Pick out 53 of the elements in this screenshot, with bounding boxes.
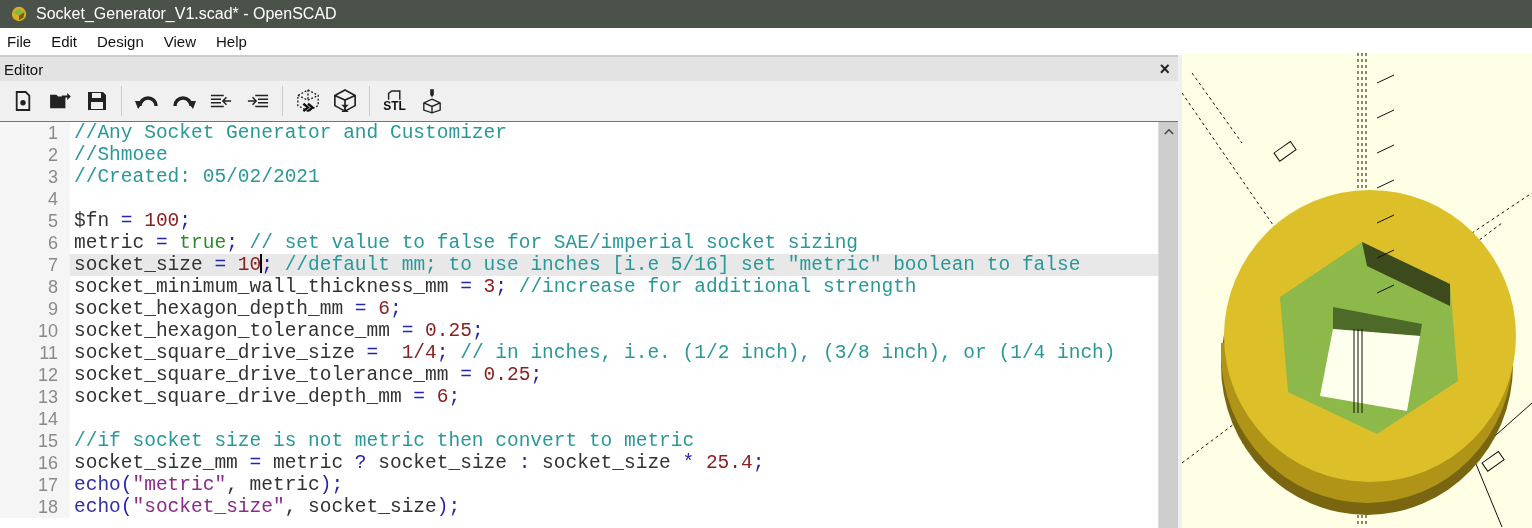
line-number: 1 — [0, 122, 70, 144]
line-number: 15 — [0, 430, 70, 452]
code-line: //if socket size is not metric then convert to metric — [73, 430, 696, 452]
menu-item[interactable]: Edit — [51, 33, 78, 50]
unindent-icon — [209, 93, 232, 109]
line-number: 3 — [0, 166, 70, 188]
scroll-up-icon[interactable] — [1163, 128, 1174, 135]
line-number: 2 — [0, 144, 70, 166]
line-number: 12 — [0, 364, 70, 386]
code-line: socket_minimum_wall_thickness_mm = 3; //increase for additional strength — [73, 276, 918, 298]
line-number: 7 — [0, 254, 70, 276]
menu-item[interactable]: View — [163, 33, 196, 50]
code-line: metric = true; // set value to false for SAE/imperial socket sizing — [73, 232, 860, 254]
line-number: 18 — [0, 496, 70, 518]
line-number: 16 — [0, 452, 70, 474]
close-button[interactable]: × — [1159, 58, 1170, 80]
export-stl-button[interactable]: STL — [378, 84, 411, 118]
menu-item[interactable]: Help — [216, 33, 247, 50]
code-line: //Any Socket Generator and Customizer — [73, 122, 508, 144]
line-number: 6 — [0, 232, 70, 254]
indent-icon — [246, 93, 269, 109]
line-number: 17 — [0, 474, 70, 496]
menu-item[interactable]: Design — [97, 33, 144, 50]
code-line: echo("socket_size", socket_size); — [73, 496, 462, 518]
preview-cube-icon — [295, 88, 320, 114]
menu-item[interactable]: File — [7, 33, 32, 50]
line-number: 9 — [0, 298, 70, 320]
app-logo-icon — [10, 5, 28, 23]
folder-icon — [47, 92, 72, 110]
code-line: //Created: 05/02/2021 — [73, 166, 321, 188]
code-line: $fn = 100; — [73, 210, 193, 232]
code-line: echo("metric", metric); — [73, 474, 345, 496]
code-line: socket_square_drive_depth_mm = 6; — [73, 386, 462, 408]
line-number: 8 — [0, 276, 70, 298]
panel-title: Editor — [4, 60, 44, 78]
code-line: socket_hexagon_depth_mm = 6; — [73, 298, 403, 320]
line-number: 11 — [0, 342, 70, 364]
new-file-icon — [13, 91, 32, 111]
line-number: 13 — [0, 386, 70, 408]
code-line: socket_size_mm = metric ? socket_size : socket_size * 25.4; — [73, 452, 766, 474]
line-number: 4 — [0, 188, 70, 210]
code-line: socket_square_drive_size = 1/4; // in inches, i.e. (1/2 inch), (3/8 inch), or (1/4 inch) — [73, 342, 1117, 364]
line-number: 10 — [0, 320, 70, 342]
code-line: socket_square_drive_tolerance_mm = 0.25; — [73, 364, 544, 386]
printer-nozzle-icon — [421, 88, 442, 114]
line-number: 14 — [0, 408, 70, 430]
code-line: socket_hexagon_tolerance_mm = 0.25; — [73, 320, 485, 342]
file-outline-icon — [386, 90, 403, 100]
render-cube-icon — [332, 88, 357, 114]
scrollbar[interactable] — [1158, 122, 1178, 528]
window-title: Socket_Generator_V1.scad* - OpenSCAD — [36, 5, 337, 23]
code-line: //Shmoee — [73, 144, 169, 166]
line-number: 5 — [0, 210, 70, 232]
